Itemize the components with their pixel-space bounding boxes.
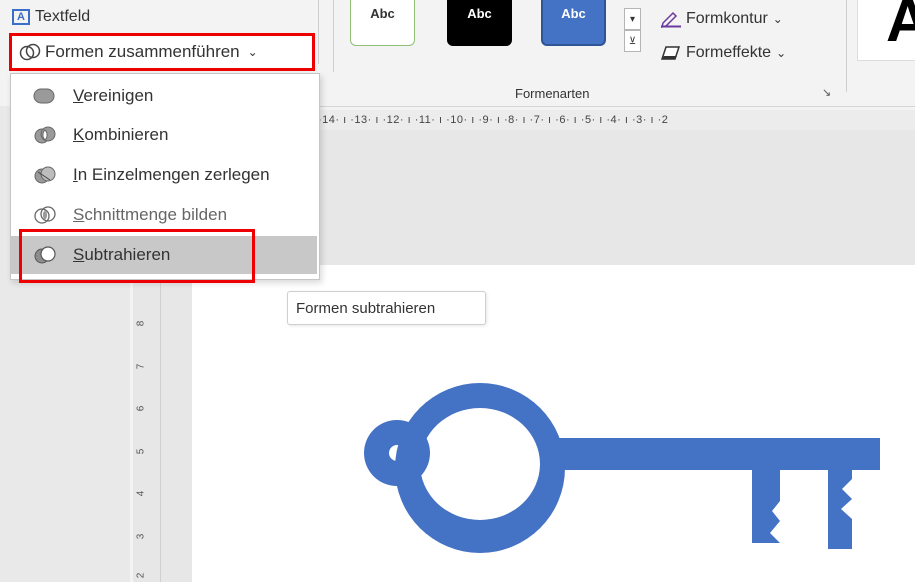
textfeld-button[interactable]: A Textfeld bbox=[12, 6, 90, 28]
ribbon-separator bbox=[846, 0, 847, 92]
ruler-tick: 6 bbox=[135, 405, 147, 412]
horizontal-ruler: ·14· ı ·13· ı ·12· ı ·11· ı ·10· ı ·9· ı… bbox=[318, 110, 915, 130]
ribbon-separator bbox=[318, 0, 319, 64]
menu-item-einzelmengen[interactable]: In Einzelmengen zerlegen bbox=[11, 156, 317, 194]
wordart-style-preview: A bbox=[886, 0, 915, 54]
annotation-highlight-box bbox=[19, 229, 255, 283]
menu-item-label: n Einzelmengen zerlegen bbox=[77, 165, 270, 184]
more-icon: ⊻ bbox=[628, 35, 637, 47]
ruler-scale: ·14· ı ·13· ı ·12· ı ·11· ı ·10· ı ·9· ı… bbox=[318, 114, 669, 126]
formeffekte-label: Formeffekte bbox=[686, 44, 772, 61]
merge-shapes-icon bbox=[19, 43, 41, 61]
chevron-down-icon: ⌄ bbox=[776, 46, 787, 60]
ruler-tick: 2 bbox=[135, 572, 147, 579]
menu-item-vereinigen[interactable]: Vereinigen bbox=[11, 77, 317, 115]
tooltip-text: Formen subtrahieren bbox=[296, 299, 436, 317]
menu-item-label: chnittmenge bilden bbox=[84, 205, 228, 224]
intersect-icon bbox=[34, 206, 56, 224]
ruler-tick: 4 bbox=[135, 490, 147, 497]
menu-item-kombinieren[interactable]: Kombinieren bbox=[11, 116, 317, 154]
textfeld-label: Textfeld bbox=[35, 8, 91, 25]
gallery-scroll-down-button[interactable]: ▾ bbox=[624, 8, 641, 30]
ruler-tick: 7 bbox=[135, 363, 147, 370]
ruler-tick: 8 bbox=[135, 320, 147, 327]
shape-style-thumbnail-1[interactable]: Abc bbox=[350, 0, 415, 46]
menu-item-label: ereinigen bbox=[83, 86, 154, 105]
menu-accelerator: K bbox=[73, 125, 85, 144]
gallery-more-button[interactable]: ⊻ bbox=[624, 30, 641, 52]
shape-effects-icon bbox=[660, 46, 681, 60]
ribbon-separator bbox=[333, 0, 334, 72]
ruler-tick: 3 bbox=[135, 533, 147, 540]
pen-outline-icon bbox=[660, 11, 681, 28]
tooltip: Formen subtrahieren bbox=[287, 291, 486, 325]
chevron-down-icon: ⌄ bbox=[772, 12, 783, 26]
key-shape[interactable] bbox=[362, 383, 882, 553]
wordart-gallery[interactable]: A bbox=[857, 0, 915, 61]
combine-icon bbox=[34, 126, 56, 144]
union-icon bbox=[33, 88, 55, 104]
dialog-launcher-icon[interactable]: ↘ bbox=[822, 86, 831, 99]
formkontur-label: Formkontur bbox=[686, 10, 768, 27]
menu-accelerator: S bbox=[73, 205, 85, 224]
formeffekte-button[interactable]: Formeffekte ⌄ bbox=[660, 42, 786, 64]
shape-style-thumbnail-2[interactable]: Abc bbox=[447, 0, 512, 46]
merge-shapes-button[interactable]: Formen zusammenführen ⌄ bbox=[9, 33, 315, 71]
menu-accelerator: V bbox=[73, 86, 84, 105]
chevron-down-icon: ▾ bbox=[629, 13, 636, 25]
fragment-icon bbox=[34, 166, 56, 184]
merge-shapes-label: Formen zusammenführen bbox=[45, 42, 240, 61]
ruler-tick: 5 bbox=[135, 448, 147, 455]
formkontur-button[interactable]: Formkontur ⌄ bbox=[660, 8, 783, 30]
textbox-icon: A bbox=[12, 9, 30, 25]
shape-style-thumbnail-3[interactable]: Abc bbox=[541, 0, 606, 46]
menu-item-label: ombinieren bbox=[84, 125, 169, 144]
chevron-down-icon: ⌄ bbox=[247, 45, 258, 59]
group-label-formenarten: Formenarten bbox=[515, 86, 590, 101]
